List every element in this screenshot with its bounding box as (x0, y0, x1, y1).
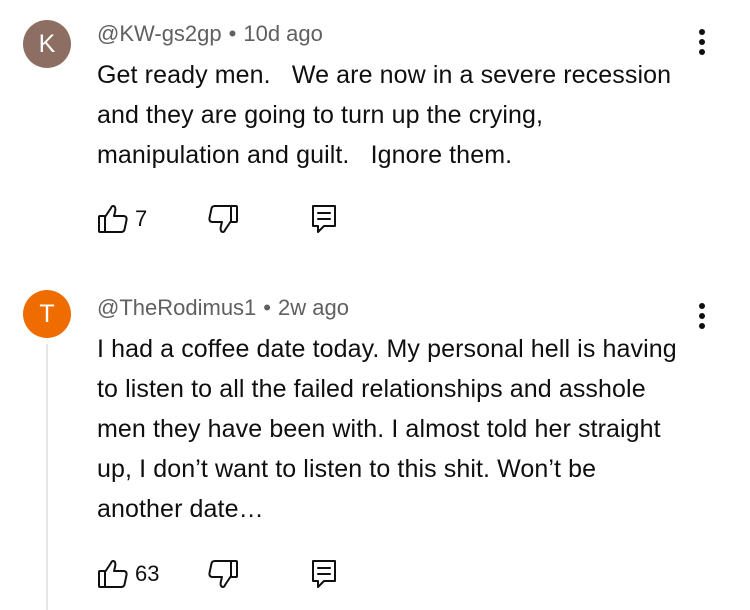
more-menu-button[interactable] (692, 300, 712, 332)
more-vertical-icon (699, 29, 705, 55)
reply-icon (312, 205, 336, 233)
comment-item: T @TheRodimus1 • 2w ago I had a coffee dat… (0, 270, 750, 610)
comment-item: K @KW-gs2gp • 10d ago Get ready men. We ar… (0, 0, 750, 250)
author-name[interactable]: @TheRodimus1 (97, 295, 256, 320)
like-button[interactable]: 7 (97, 202, 147, 236)
more-menu-button[interactable] (692, 26, 712, 58)
comment-actions: 63 (97, 557, 357, 591)
more-vertical-icon (699, 303, 705, 329)
dislike-button[interactable] (207, 557, 239, 591)
comment-text: Get ready men. We are now in a severe re… (97, 61, 679, 169)
comment-text: I had a coffee date today. My personal h… (97, 335, 684, 523)
reply-button[interactable] (310, 202, 338, 236)
comment-meta: @KW-gs2gp • 10d ago (97, 21, 323, 47)
like-count: 7 (135, 206, 148, 231)
like-button[interactable]: 63 (97, 557, 159, 591)
meta-separator: • (263, 295, 271, 320)
thumbs-down-icon (208, 205, 238, 233)
comment-meta: @TheRodimus1 • 2w ago (97, 295, 349, 321)
avatar[interactable]: T (23, 290, 71, 338)
dislike-button[interactable] (207, 202, 239, 236)
comment-time[interactable]: 2w ago (278, 295, 349, 320)
thread-line (46, 344, 48, 610)
comment-actions: 7 (97, 202, 357, 236)
thumbs-up-icon (98, 205, 128, 233)
author-name[interactable]: @KW-gs2gp (97, 21, 222, 46)
meta-separator: • (228, 21, 237, 46)
reply-icon (312, 560, 336, 588)
comment-time[interactable]: 10d ago (243, 21, 323, 46)
like-count: 63 (135, 561, 160, 586)
reply-button[interactable] (310, 557, 338, 591)
avatar[interactable]: K (23, 20, 71, 68)
thumbs-down-icon (208, 560, 238, 588)
thumbs-up-icon (98, 560, 128, 588)
